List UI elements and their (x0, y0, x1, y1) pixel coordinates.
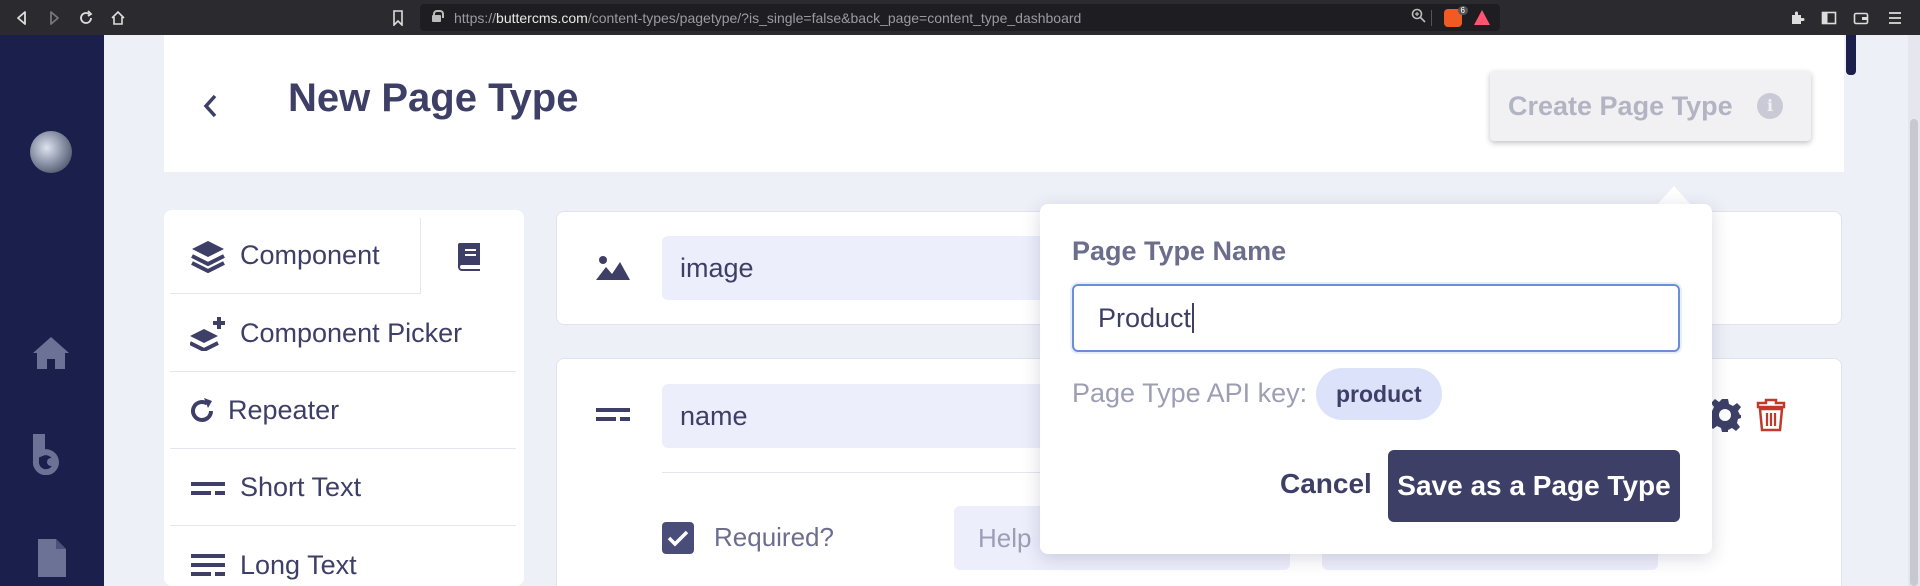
zoom-icon[interactable] (1411, 8, 1426, 27)
text-caret (1192, 303, 1195, 333)
sidebar-icon[interactable] (1814, 0, 1844, 35)
long-text-icon (182, 545, 234, 585)
scrollbar-thumb[interactable] (1910, 119, 1918, 586)
trash-icon[interactable] (1756, 398, 1786, 432)
field-type-component[interactable]: Component (170, 218, 420, 294)
avatar[interactable] (30, 131, 72, 173)
top-right-edge (1846, 35, 1856, 75)
page-scrollbar[interactable] (1908, 35, 1920, 586)
menu-icon[interactable] (1880, 0, 1910, 35)
create-page-type-label: Create Page Type (1508, 90, 1733, 121)
create-page-type-button[interactable]: Create Page Type i (1490, 71, 1811, 141)
chevron-left-icon (203, 94, 217, 118)
short-text-icon (182, 468, 234, 508)
forward-icon[interactable] (38, 0, 70, 35)
field-name-input[interactable]: name (662, 384, 1082, 448)
wallet-icon[interactable] (1846, 0, 1876, 35)
save-page-type-button[interactable]: Save as a Page Type (1388, 450, 1680, 522)
lock-icon (432, 10, 444, 22)
divider (1431, 10, 1432, 26)
triangle-icon[interactable] (1474, 10, 1490, 25)
extensions-icon[interactable] (1782, 0, 1812, 35)
back-icon[interactable] (6, 0, 38, 35)
address-bar[interactable]: https://buttercms.com/content-types/page… (420, 4, 1500, 31)
bookmark-icon[interactable] (382, 0, 414, 35)
field-type-label: Long Text (240, 549, 357, 580)
field-type-short-text[interactable]: Short Text (170, 450, 516, 526)
repeat-icon (182, 391, 222, 431)
required-checkbox[interactable] (662, 522, 694, 554)
layers-plus-icon (182, 314, 234, 354)
api-key-badge: product (1316, 368, 1442, 420)
page-type-name-value: Product (1098, 302, 1192, 333)
page-title: New Page Type (288, 76, 579, 120)
home-icon[interactable] (30, 331, 72, 373)
cancel-button[interactable]: Cancel (1280, 468, 1372, 500)
back-button[interactable] (190, 86, 230, 126)
field-type-label: Component Picker (240, 318, 463, 348)
field-type-label: Repeater (228, 395, 340, 425)
gear-icon[interactable] (1708, 398, 1742, 432)
check-icon (667, 530, 689, 547)
short-text-icon (596, 408, 630, 421)
divider (662, 472, 1102, 473)
field-type-label: Component (240, 240, 380, 270)
docs-button[interactable] (420, 218, 516, 294)
layers-icon (182, 236, 234, 276)
field-type-label: Short Text (240, 472, 362, 502)
browser-toolbar: https://buttercms.com/content-types/page… (0, 0, 1920, 35)
popover-arrow (1656, 186, 1692, 206)
field-type-long-text[interactable]: Long Text (170, 527, 516, 586)
page-type-name-input[interactable]: Product (1072, 284, 1680, 352)
field-name-input[interactable]: image (662, 236, 1082, 300)
required-label: Required? (714, 522, 834, 552)
app-sidebar (0, 35, 104, 586)
image-icon (596, 256, 630, 280)
field-type-repeater[interactable]: Repeater (170, 373, 516, 449)
info-icon[interactable]: i (1757, 93, 1783, 119)
home-icon[interactable] (102, 0, 134, 35)
brave-badge: 6 (1457, 6, 1468, 15)
reload-icon[interactable] (70, 0, 102, 35)
url-text: https://buttercms.com/content-types/page… (454, 10, 1082, 26)
page-type-name-label: Page Type Name (1072, 236, 1287, 266)
blog-icon[interactable] (30, 433, 72, 475)
api-key-label: Page Type API key: (1072, 378, 1308, 408)
page-icon[interactable] (30, 535, 72, 577)
field-type-component-picker[interactable]: Component Picker (170, 296, 516, 372)
book-icon (457, 243, 480, 271)
